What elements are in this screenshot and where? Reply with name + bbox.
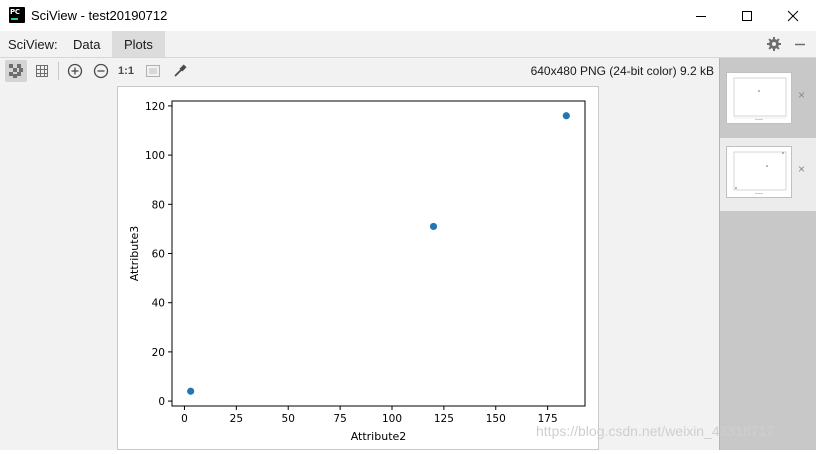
maximize-button[interactable] xyxy=(724,0,770,31)
title-bar: PC SciView - test20190712 xyxy=(0,0,816,32)
thumbnail-image xyxy=(726,72,792,124)
scatter-plot: 0 25 50 75 100 125 150 175020406080100120Attrib… xyxy=(128,100,586,443)
grid-icon xyxy=(36,65,48,77)
tab-plots[interactable]: Plots xyxy=(112,31,165,57)
fit-zoom-button[interactable] xyxy=(142,60,164,82)
minimize-icon xyxy=(696,15,706,17)
chessboard-toggle-button[interactable] xyxy=(5,60,27,82)
toolbar-separator xyxy=(58,62,59,80)
close-icon xyxy=(787,10,799,21)
maximize-icon xyxy=(742,10,752,21)
watermark-text: https://blog.csdn.net/weixin_43318717 xyxy=(536,423,775,439)
x-axis-label: Attribute2 xyxy=(351,430,407,443)
plot-thumbnail-2[interactable]: × xyxy=(720,138,816,211)
gear-icon xyxy=(767,37,781,51)
y-tick-label: 60 xyxy=(152,249,165,261)
plot-thumbnail-1[interactable]: × xyxy=(720,64,816,137)
grid-toggle-button[interactable] xyxy=(31,60,53,82)
tab-plots-label: Plots xyxy=(124,36,153,52)
y-tick-label: 120 xyxy=(145,101,165,113)
image-info-text: 640x480 PNG (24-bit color) 9.2 kB xyxy=(530,64,714,78)
sciview-tab-bar: SciView: Data Plots xyxy=(0,31,816,58)
zoom-out-icon xyxy=(93,63,109,79)
checkerboard-icon xyxy=(9,64,23,78)
x-tick-label: 125 xyxy=(434,413,454,425)
close-thumbnail-button[interactable]: × xyxy=(798,162,805,176)
close-thumbnail-button[interactable]: × xyxy=(798,88,805,102)
x-tick-label: 100 xyxy=(382,413,402,425)
window-title: SciView - test20190712 xyxy=(31,8,168,23)
zoom-in-icon xyxy=(67,63,83,79)
y-axis-label: Attribute3 xyxy=(128,226,141,282)
plot-image: 0 25 50 75 100 125 150 175 0 20 40 60 80 100 120 Attrib… xyxy=(117,86,599,450)
minimize-button[interactable] xyxy=(678,0,724,31)
hide-panel-button[interactable] xyxy=(792,36,808,52)
plot-axes-frame xyxy=(171,100,586,407)
y-tick-label: 0 xyxy=(158,396,165,408)
minimize-panel-icon xyxy=(795,43,805,46)
thumbnail-image xyxy=(726,146,792,198)
actual-size-icon: 1:1 xyxy=(118,65,134,77)
y-tick-label: 100 xyxy=(145,150,165,162)
data-point xyxy=(429,222,438,231)
y-tick-label: 80 xyxy=(152,199,165,211)
mini-plot xyxy=(733,77,787,120)
zoom-out-button[interactable] xyxy=(90,60,112,82)
y-tick-label: 40 xyxy=(152,298,165,310)
tab-data[interactable]: Data xyxy=(61,31,112,57)
x-tick-label: 150 xyxy=(486,413,506,425)
color-picker-icon xyxy=(174,64,187,77)
settings-button[interactable] xyxy=(766,36,782,52)
data-point xyxy=(562,112,570,120)
x-tick-label: 0 xyxy=(181,413,188,425)
close-window-button[interactable] xyxy=(770,0,816,31)
zoom-in-button[interactable] xyxy=(64,60,86,82)
x-tick-label: 25 xyxy=(230,413,243,425)
x-tick-label: 50 xyxy=(282,413,295,425)
sciview-label: SciView: xyxy=(8,37,58,52)
mini-plot xyxy=(733,151,787,194)
pycharm-logo-icon: PC xyxy=(9,7,25,23)
x-tick-label: 75 xyxy=(333,413,346,425)
y-tick-label: 20 xyxy=(152,347,165,359)
actual-size-button[interactable]: 1:1 xyxy=(115,60,137,82)
data-point xyxy=(187,387,195,395)
color-picker-button[interactable] xyxy=(169,60,191,82)
fit-icon xyxy=(146,65,160,77)
image-toolbar: 1:1 640x480 PNG (24-bit color) 9.2 kB xyxy=(0,58,720,84)
plots-thumbnail-panel: × × xyxy=(719,58,816,450)
tab-data-label: Data xyxy=(73,36,101,52)
